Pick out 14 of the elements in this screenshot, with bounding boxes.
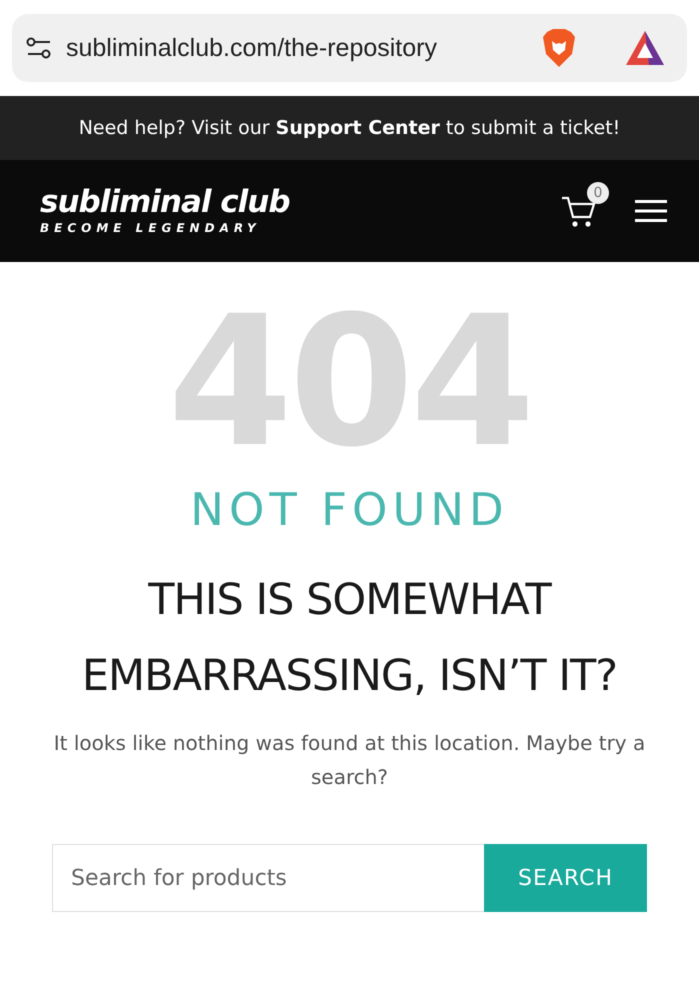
lion-shield-icon[interactable]: [541, 28, 577, 68]
logo-title[interactable]: subliminal club: [40, 187, 561, 218]
cart-count: 0: [587, 182, 609, 204]
menu-icon[interactable]: [635, 199, 667, 223]
url-text[interactable]: subliminalclub.com/the-repository: [66, 34, 527, 62]
triangle-icon[interactable]: [625, 30, 665, 66]
help-text: Need help? Visit our Support Center to submit a ticket!: [78, 117, 620, 139]
not-found-label: NOT FOUND: [190, 482, 509, 538]
error-heading: THIS IS SOMEWHAT EMBARRASSING, ISN’T IT?: [80, 574, 618, 703]
site-settings-icon[interactable]: [26, 35, 52, 61]
address-bar[interactable]: subliminalclub.com/the-repository: [12, 14, 687, 82]
search-field[interactable]: Search for products: [52, 844, 484, 912]
error-message: It looks like nothing was found at this location. Maybe try a search?: [52, 730, 646, 791]
logo-tagline: BECOME LEGENDARY: [40, 221, 262, 235]
